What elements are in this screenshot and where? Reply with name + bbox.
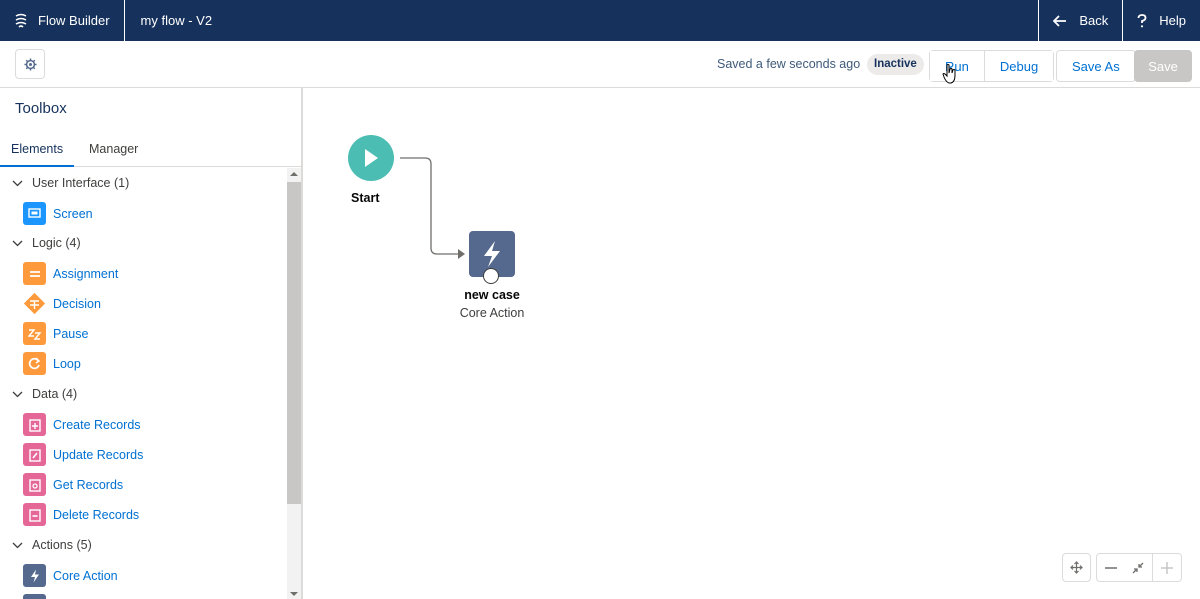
back-label: Back <box>1079 13 1109 28</box>
group-label: Logic (4) <box>32 236 81 250</box>
toolbox-item-decision[interactable]: Decision <box>23 292 101 315</box>
group-actions[interactable]: Actions (5) <box>12 538 92 552</box>
assignment-icon <box>23 262 46 285</box>
contract-icon <box>1132 562 1144 573</box>
zoom-in-button[interactable] <box>1153 553 1182 582</box>
help-label: Help <box>1159 13 1186 28</box>
item-label: Get Records <box>53 477 124 492</box>
group-data[interactable]: Data (4) <box>12 387 77 401</box>
chevron-down-icon <box>12 240 23 246</box>
save-status-text: Saved a few seconds ago <box>717 57 861 71</box>
screen-icon <box>23 202 46 225</box>
scroll-down-icon[interactable] <box>290 591 298 597</box>
decision-icon <box>23 292 46 315</box>
toolbox-item-loop[interactable]: Loop <box>23 352 81 375</box>
connection-point[interactable] <box>483 268 499 284</box>
toolbox-item-partial[interactable] <box>23 594 53 599</box>
tab-elements[interactable]: Elements <box>0 133 75 167</box>
delete-records-icon <box>23 503 46 526</box>
minus-icon <box>1104 566 1117 569</box>
flow-name: my flow - V2 <box>140 13 213 28</box>
group-user-interface[interactable]: User Interface (1) <box>12 176 129 190</box>
fit-view-button[interactable] <box>1124 553 1153 582</box>
toolbox-item-pause[interactable]: Pause <box>23 322 88 345</box>
loop-icon <box>23 352 46 375</box>
group-label: Actions (5) <box>32 538 92 552</box>
toolbox-item-delete-records[interactable]: Delete Records <box>23 503 139 526</box>
app-header: Flow Builder my flow - V2 Back Help <box>0 0 1200 41</box>
get-records-icon <box>23 473 46 496</box>
item-label: Screen <box>53 206 93 221</box>
zoom-out-button[interactable] <box>1096 553 1125 582</box>
scroll-up-icon[interactable] <box>290 171 298 177</box>
status-badge: Inactive <box>867 54 924 75</box>
play-icon <box>365 149 378 167</box>
lightning-icon <box>484 241 500 267</box>
gear-icon <box>23 57 37 71</box>
flow-canvas[interactable]: Start new case Core Action <box>303 88 1200 599</box>
action-icon <box>23 594 46 599</box>
save-as-button[interactable]: Save As <box>1056 50 1136 82</box>
node-title: new case <box>464 288 520 302</box>
app-brand: Flow Builder <box>0 0 125 41</box>
toolbox-scrollbar[interactable] <box>287 168 301 599</box>
group-logic[interactable]: Logic (4) <box>12 236 81 250</box>
toolbox-item-create-records[interactable]: Create Records <box>23 413 141 436</box>
toolbox-panel: Toolbox Elements Manager User Interface … <box>0 88 303 599</box>
question-icon <box>1137 13 1147 27</box>
connector-line <box>400 157 465 259</box>
move-icon <box>1070 561 1083 574</box>
create-records-icon <box>23 413 46 436</box>
pointer-cursor-icon <box>942 64 956 84</box>
scroll-thumb[interactable] <box>287 182 301 504</box>
toolbox-item-screen[interactable]: Screen <box>23 202 93 225</box>
properties-button[interactable] <box>15 49 45 79</box>
item-label: Create Records <box>53 417 141 432</box>
item-label: Delete Records <box>53 507 140 522</box>
pan-button[interactable] <box>1062 553 1091 582</box>
toolbox-item-update-records[interactable]: Update Records <box>23 443 143 466</box>
toolbox-title: Toolbox <box>15 100 67 117</box>
start-label: Start <box>351 191 380 205</box>
elements-tree: User Interface (1) Screen Logic (4) Assi… <box>0 168 287 599</box>
item-label: Assignment <box>53 266 119 281</box>
toolbox-item-get-records[interactable]: Get Records <box>23 473 123 496</box>
chevron-down-icon <box>12 391 23 397</box>
node-subtitle: Core Action <box>459 306 525 320</box>
item-label: Decision <box>53 296 101 311</box>
flow-toolbar: Saved a few seconds ago Inactive Run Deb… <box>0 41 1200 88</box>
item-label: Core Action <box>53 568 118 583</box>
lightning-icon <box>23 564 46 587</box>
update-records-icon <box>23 443 46 466</box>
item-label: Update Records <box>53 447 144 462</box>
pause-icon <box>23 322 46 345</box>
save-button[interactable]: Save <box>1134 50 1192 82</box>
group-label: Data (4) <box>32 387 78 401</box>
item-label: Pause <box>53 326 89 341</box>
start-node[interactable] <box>348 135 394 181</box>
arrow-left-icon <box>1053 14 1067 27</box>
group-label: User Interface (1) <box>32 176 130 190</box>
item-label: Loop <box>53 356 81 371</box>
tab-manager[interactable]: Manager <box>89 133 138 167</box>
toolbox-item-core-action[interactable]: Core Action <box>23 564 118 587</box>
toolbox-tabs: Elements Manager <box>0 133 301 167</box>
app-name: Flow Builder <box>38 13 110 28</box>
help-button[interactable]: Help <box>1122 0 1200 41</box>
chevron-down-icon <box>12 180 23 186</box>
chevron-down-icon <box>12 542 23 548</box>
plus-icon <box>1161 561 1173 574</box>
flow-builder-icon <box>15 13 27 28</box>
toolbox-item-assignment[interactable]: Assignment <box>23 262 118 285</box>
back-button[interactable]: Back <box>1038 0 1122 41</box>
debug-button[interactable]: Debug <box>983 51 1054 81</box>
